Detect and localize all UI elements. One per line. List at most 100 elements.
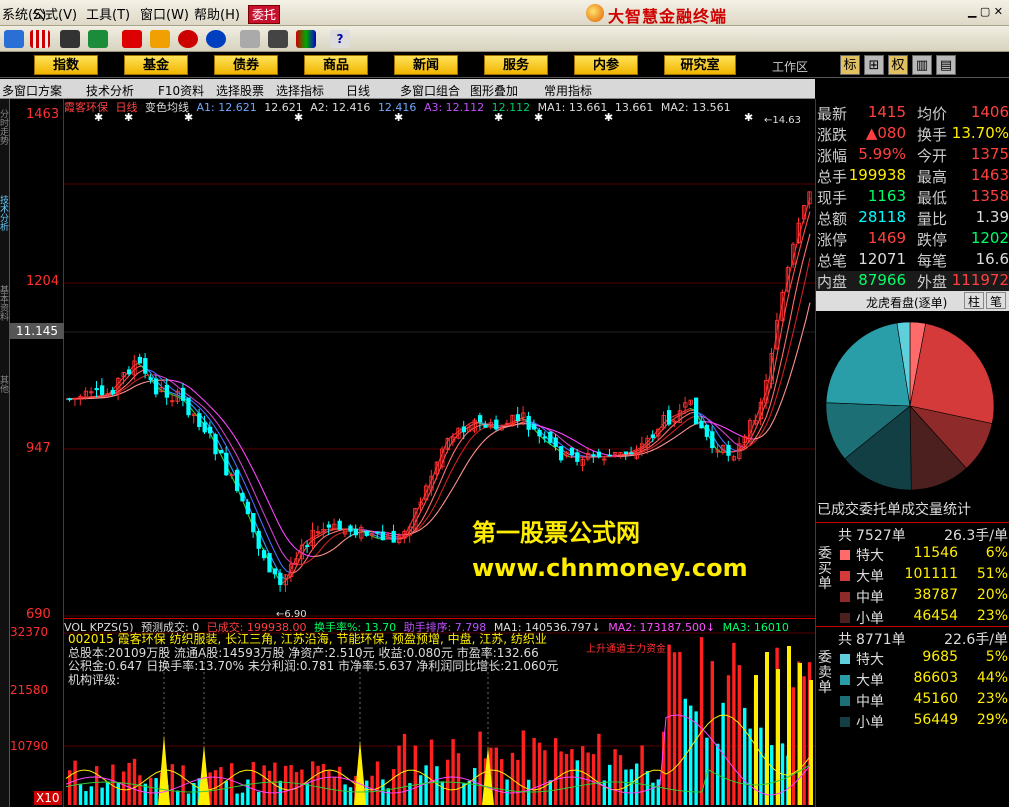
window-controls[interactable]: ▁ ▢ ✕ [968,5,1003,18]
ma-line-segment [237,441,243,450]
ind-a3: A3: 12.112 [423,101,485,114]
ma-line-segment [169,386,175,391]
nav-research[interactable]: 研究室 [664,55,736,75]
ma-line-segment [185,384,191,389]
layout-icon[interactable] [268,30,288,48]
ma-line-segment [233,435,239,443]
volume-bar [289,765,293,805]
ma-line-segment [161,376,167,379]
vtab-other[interactable]: 其他 [0,375,10,393]
quote-row: 总额 28118 量比 1.39 [816,208,1009,229]
view-tab-split[interactable]: ▥ [912,55,932,75]
volume-bar [678,651,682,805]
ma-line-segment [449,485,455,494]
vtab-technical[interactable]: 技术分析 [0,195,10,231]
common-indicators[interactable]: 常用指标 [544,82,592,99]
volume-bar [629,769,633,805]
volume-bar [435,766,439,805]
menu-help[interactable]: 帮助(H) [194,4,240,23]
ind-a2: A2: 12.416 [310,101,371,114]
pie-title[interactable]: 龙虎看盘(逐单) [866,294,947,311]
ma-line-segment [801,276,807,295]
menu-window[interactable]: 窗口(W) [140,4,189,23]
pie-btn-count[interactable]: 笔 [986,292,1006,309]
nav-service[interactable]: 服务 [484,55,548,75]
nav-bond[interactable]: 债券 [214,55,278,75]
help-icon[interactable]: ? [330,30,350,48]
diamond-icon[interactable] [150,30,170,48]
ma-line-segment [565,442,571,447]
ma-line-segment [269,527,275,537]
stat-title: 已成交委托单成交量统计 [817,502,971,518]
pie-btn-bar[interactable]: 柱 [964,292,984,309]
nav-news[interactable]: 新闻 [394,55,458,75]
ma-line-segment [729,429,735,434]
ma-line-segment [805,211,811,226]
ma-line-segment [797,334,803,350]
view-tab-grid[interactable]: ⊞ [864,55,884,75]
ma-line-segment [285,536,291,543]
binoculars-icon[interactable] [60,30,80,48]
weituo-button[interactable]: 委托 [248,5,281,24]
view-tab-list[interactable]: ▤ [936,55,956,75]
order-row: 特大 11546 6% [838,545,1009,565]
ma-line-segment [733,432,739,436]
ma-line-segment [653,443,659,447]
candle-body [531,424,537,430]
candle-body [137,356,143,364]
ma-line-segment [321,542,327,549]
ma-line-segment [577,442,583,446]
f10-info[interactable]: F10资料 [158,82,204,99]
ma-line-segment [205,402,211,407]
ma-line-segment [137,376,143,380]
quote-value: ▲080 [865,124,906,142]
nav-index[interactable]: 指数 [34,55,98,75]
candle-body [218,450,224,454]
quote-label: 涨停 [817,231,848,249]
volume-bar [95,766,99,805]
glasses-icon[interactable] [4,30,24,48]
select-stock[interactable]: 选择股票 [216,82,264,99]
workspace-label[interactable]: 工作区 [772,58,808,75]
tech-analysis[interactable]: 技术分析 [86,82,134,99]
volume-peak-marker [354,740,366,805]
books-icon[interactable] [296,30,316,48]
ma-line-segment [453,458,459,467]
menu-tools[interactable]: 工具(T) [86,4,130,23]
ma-line-segment [461,465,467,473]
volume-bar [84,791,88,805]
f10-icon[interactable] [178,30,198,48]
view-tab-label[interactable]: 标 [840,55,860,75]
candle-body [213,434,218,455]
ma-line-segment [325,550,331,554]
multi-window-combo[interactable]: 多窗口组合 [400,82,460,99]
candle-body [623,451,629,455]
nav-insider[interactable]: 内参 [574,55,638,75]
period-daily[interactable]: 日线 [346,82,370,99]
candle-body [326,524,332,528]
print-icon[interactable] [240,30,260,48]
candle-body [548,431,553,443]
select-indicator[interactable]: 选择指标 [276,82,324,99]
alarm-icon[interactable] [88,30,108,48]
volume-bar [564,753,569,805]
ma-line-segment [681,429,687,433]
volume-bar [73,760,77,805]
multi-window-scheme[interactable]: 多窗口方案 [2,82,62,99]
view-tab-right[interactable]: 权 [888,55,908,75]
ma-line-segment [537,425,543,428]
quote-label-2: 外盘 [917,273,948,291]
kline-chart[interactable]: ←14.63←6.90✱ ✱ ✱ ✱ ✱ ✱ ✱ ✱ ✱ [64,99,815,807]
vtab-intraday[interactable]: 分时走势 [0,109,10,145]
chart-overlay[interactable]: 图形叠加 [470,82,518,99]
vtab-basic[interactable]: 基本资料 [0,285,10,321]
quote-value-2: 1406 [970,103,1009,121]
nav-fund[interactable]: 基金 [124,55,188,75]
ma-line-segment [761,425,767,433]
menu-formula[interactable]: 公式(V) [32,4,77,23]
candle-body [526,415,531,430]
bars-icon[interactable] [30,30,50,48]
f-icon[interactable] [206,30,226,48]
news-icon[interactable] [122,30,142,48]
nav-commodity[interactable]: 商品 [304,55,368,75]
